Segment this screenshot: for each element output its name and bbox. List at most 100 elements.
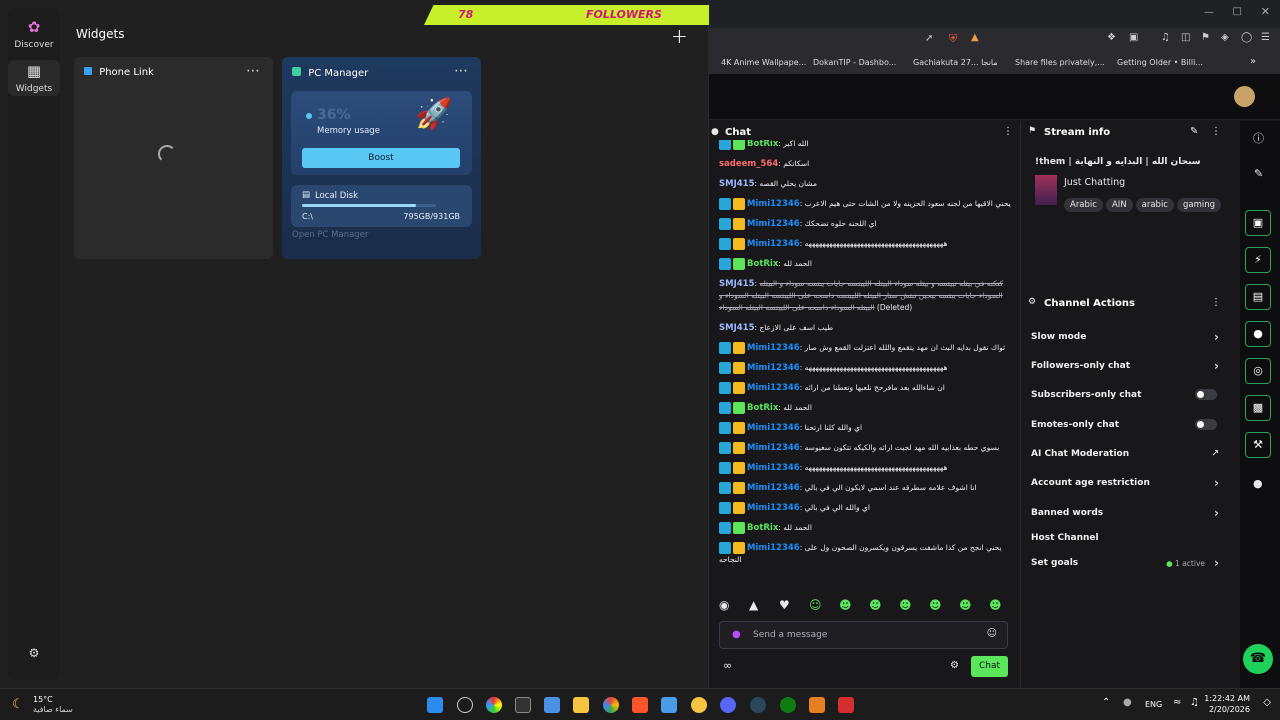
chat-username[interactable]: Mimi12346	[747, 199, 800, 209]
brave-icon[interactable]	[632, 697, 648, 713]
discover-button[interactable]: ✿ Discover	[8, 18, 60, 50]
emote-icon[interactable]: ☻	[869, 598, 882, 612]
lightning-icon[interactable]: ⚡	[1245, 247, 1271, 273]
chat-username[interactable]: BotRix	[747, 523, 778, 533]
file-explorer-icon[interactable]	[573, 697, 589, 713]
store-icon[interactable]	[661, 697, 677, 713]
users-icon[interactable]: ∞	[723, 659, 732, 672]
message-input[interactable]: ● Send a message ☺	[719, 621, 1008, 649]
more-options-icon[interactable]: ⋯	[454, 63, 469, 79]
clip-icon[interactable]: ▣	[1245, 210, 1271, 236]
clock-date[interactable]: 2/20/2026	[1209, 705, 1250, 714]
chat-settings-icon[interactable]: ⚙	[950, 660, 959, 671]
chat-username[interactable]: BotRix	[747, 140, 778, 149]
tag[interactable]: gaming	[1176, 198, 1222, 212]
toggle-switch[interactable]	[1195, 419, 1217, 430]
wrench-icon[interactable]: ⚒	[1245, 432, 1271, 458]
chat-username[interactable]: Mimi12346	[747, 443, 800, 453]
add-widget-icon[interactable]: +	[671, 24, 688, 48]
emoji-icon[interactable]: ☺	[987, 628, 997, 639]
channel-action-item[interactable]: Subscribers-only chat	[1031, 389, 1219, 400]
xbox-icon[interactable]	[780, 697, 796, 713]
bookmark-item[interactable]: Getting Older • Billi...	[1117, 58, 1203, 67]
channel-action-item[interactable]: AI Chat Moderation ↗	[1031, 449, 1219, 459]
community-icon[interactable]: ●	[1253, 477, 1263, 490]
avatar[interactable]	[1234, 86, 1255, 107]
steam-icon[interactable]	[750, 697, 766, 713]
chat-username[interactable]: sadeem_564	[719, 159, 778, 169]
weather-moon-icon[interactable]: ☾	[12, 697, 24, 712]
app-icon[interactable]	[486, 697, 502, 713]
emote-icon[interactable]: ☻	[839, 598, 852, 612]
extensions-icon[interactable]: ❖	[1107, 32, 1116, 43]
language-indicator[interactable]: ENG	[1145, 700, 1162, 709]
chat-username[interactable]: Mimi12346	[747, 423, 800, 433]
bookmark-item[interactable]: Share files privately,...	[1015, 58, 1105, 67]
chat-username[interactable]: Mimi12346	[747, 363, 800, 373]
support-icon[interactable]: ☎	[1243, 644, 1273, 674]
stream-info-more-icon[interactable]: ⋮	[1211, 126, 1221, 137]
app-icon[interactable]	[457, 697, 473, 713]
more-bookmarks-icon[interactable]: »	[1250, 56, 1256, 67]
start-icon[interactable]	[427, 697, 443, 713]
emote-icon[interactable]: ☻	[929, 598, 942, 612]
clock-time[interactable]: 1:22:42 AM	[1204, 694, 1250, 703]
wallet-icon[interactable]: ◈	[1221, 32, 1229, 43]
emote-icon[interactable]: ☻	[959, 598, 972, 612]
emote-icon[interactable]: ☺	[809, 598, 822, 612]
chat-username[interactable]: SMJ415	[719, 323, 755, 333]
app-icon[interactable]	[809, 697, 825, 713]
app-icon[interactable]	[691, 697, 707, 713]
edit-icon[interactable]: ✎	[1190, 126, 1198, 137]
broadcast-icon[interactable]: ◎	[1245, 358, 1271, 384]
tag[interactable]: AIN	[1105, 198, 1133, 212]
pc-manager-card[interactable]: PC Manager ⋯ 36% Memory usage 🚀 Boost ▤ …	[282, 57, 481, 259]
bookmark-item[interactable]: 4K Anime Wallpape...	[721, 58, 806, 67]
rewards-icon[interactable]: ▲	[971, 32, 979, 43]
document-icon[interactable]: ▤	[1245, 284, 1271, 310]
emote-icon[interactable]: ♥	[779, 598, 790, 612]
screenshot-icon[interactable]: ▣	[1129, 32, 1138, 43]
bookmark-item[interactable]: DokanTIP - Dashbo...	[813, 58, 896, 67]
volume-icon[interactable]: ♫	[1190, 697, 1199, 708]
boost-button[interactable]: Boost	[302, 148, 460, 168]
category-name[interactable]: Just Chatting	[1064, 177, 1125, 188]
channel-action-item[interactable]: Banned words ›	[1031, 506, 1219, 520]
menu-icon[interactable]: ☰	[1261, 32, 1270, 43]
settings-button[interactable]: ⚙	[8, 646, 60, 660]
channel-actions-more-icon[interactable]: ⋮	[1211, 297, 1221, 308]
chat-username[interactable]: Mimi12346	[747, 239, 800, 249]
chat-username[interactable]: BotRix	[747, 259, 778, 269]
music-icon[interactable]: ♫	[1161, 32, 1170, 43]
app-icon[interactable]	[544, 697, 560, 713]
chat-username[interactable]: BotRix	[747, 403, 778, 413]
chat-username[interactable]: Mimi12346	[747, 463, 800, 473]
sidebar-icon[interactable]: ◫	[1181, 32, 1190, 43]
toggle-switch[interactable]	[1195, 389, 1217, 400]
discord-icon[interactable]	[720, 697, 736, 713]
brave-shield-icon[interactable]: ⛨	[949, 32, 957, 46]
microphone-icon[interactable]: ●	[732, 629, 741, 640]
layout-icon[interactable]: ▩	[1245, 395, 1271, 421]
wifi-icon[interactable]: ≈	[1173, 697, 1181, 708]
info-icon[interactable]: ⓘ	[1253, 130, 1264, 146]
chrome-icon[interactable]	[603, 697, 619, 713]
tag[interactable]: Arabic	[1064, 198, 1103, 212]
more-options-icon[interactable]: ⋯	[246, 63, 261, 79]
chat-more-icon[interactable]: ⋮	[1003, 126, 1013, 137]
chat-username[interactable]: Mimi12346	[747, 483, 800, 493]
bookmark-item[interactable]: Gachiakuta 27... مانجا	[913, 58, 998, 67]
emote-icon[interactable]: ☻	[989, 598, 1002, 612]
open-pc-manager-link[interactable]: Open PC Manager	[292, 230, 368, 240]
share-icon[interactable]: ➚	[925, 33, 933, 44]
app-icon[interactable]	[515, 697, 531, 713]
emote-icon[interactable]: ▲	[749, 598, 758, 612]
chat-username[interactable]: SMJ415	[719, 179, 755, 189]
bookmark-icon[interactable]: ⚑	[1201, 32, 1210, 43]
vpn-icon[interactable]: ◯	[1241, 32, 1252, 43]
channel-action-item[interactable]: Slow mode ›	[1031, 330, 1219, 344]
chat-username[interactable]: Mimi12346	[747, 543, 800, 553]
channel-action-item[interactable]: Host Channel	[1031, 533, 1219, 543]
tag[interactable]: arabic	[1135, 198, 1174, 212]
channel-action-item[interactable]: Account age restriction ›	[1031, 476, 1219, 490]
